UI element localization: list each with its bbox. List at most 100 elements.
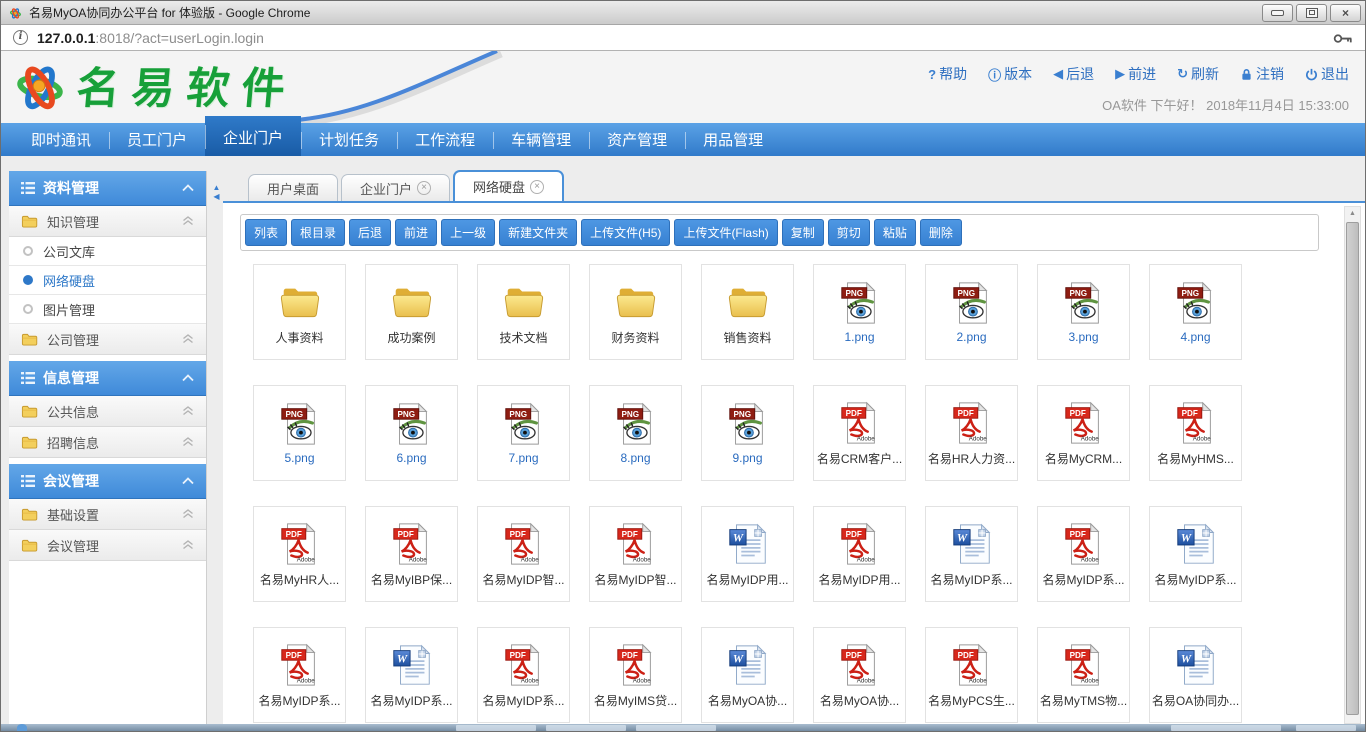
file-tile[interactable]: PDFAdobe 名易MyCRM... (1037, 385, 1130, 481)
file-tile[interactable]: 人事资料 (253, 264, 346, 360)
toolbar-button[interactable]: 剪切 (828, 219, 870, 246)
sidebar-folder-item[interactable]: 公共信息 (9, 396, 206, 427)
file-tile[interactable]: PDFAdobe 名易MyIDP系... (253, 627, 346, 723)
close-button[interactable]: × (1330, 4, 1361, 22)
sidebar-folder-item[interactable]: 招聘信息 (9, 427, 206, 458)
file-tile[interactable]: PDFAdobe 名易MyOA协... (813, 627, 906, 723)
toolbar-button[interactable]: 上传文件(Flash) (674, 219, 777, 246)
nav-item[interactable]: 资产管理 (589, 123, 685, 158)
file-tile[interactable]: PNG 7.png (477, 385, 570, 481)
file-tile[interactable]: PNG 3.png (1037, 264, 1130, 360)
sidebar-folder-item[interactable]: 会议管理 (9, 530, 206, 561)
sidebar-folder-item[interactable]: 基础设置 (9, 499, 206, 530)
sidebar-leaf-item[interactable]: 网络硬盘 (9, 266, 206, 295)
password-key-icon[interactable] (1333, 32, 1353, 44)
png-file-icon: PNG (389, 401, 435, 447)
file-tile[interactable]: PDFAdobe 名易MyIDP系... (1037, 506, 1130, 602)
file-tile[interactable]: PNG 2.png (925, 264, 1018, 360)
nav-item[interactable]: 工作流程 (397, 123, 493, 158)
svg-text:Adobe: Adobe (520, 677, 539, 684)
file-tile[interactable]: PDFAdobe 名易MyHMS... (1149, 385, 1242, 481)
file-tile[interactable]: PDFAdobe 名易MyIDP智... (589, 506, 682, 602)
lock-link[interactable]: 注销 (1240, 64, 1284, 84)
toolbar-button[interactable]: 粘贴 (874, 219, 916, 246)
file-tile[interactable]: W 名易MyIDP系... (1149, 506, 1242, 602)
nav-item[interactable]: 车辆管理 (493, 123, 589, 158)
toolbar-button[interactable]: 复制 (782, 219, 824, 246)
toolbar-button[interactable]: 后退 (349, 219, 391, 246)
nav-item[interactable]: 企业门户 (205, 116, 301, 158)
nav-item[interactable]: 计划任务 (301, 123, 397, 158)
tab[interactable]: 用户桌面 (248, 174, 338, 201)
file-tile[interactable]: PDFAdobe 名易MyIDP用... (813, 506, 906, 602)
nav-item[interactable]: 员工门户 (109, 123, 205, 158)
info-link[interactable]: ⓘ 版本 (988, 64, 1032, 84)
file-tile[interactable]: PDFAdobe 名易MyIMS贷... (589, 627, 682, 723)
file-tile[interactable]: 技术文档 (477, 264, 570, 360)
file-grid: 人事资料 成功案例 技术文档 财务资料 销售资料 PNG 1.png PNG 2… (253, 264, 1365, 723)
file-tile[interactable]: PNG 4.png (1149, 264, 1242, 360)
file-tile[interactable]: PNG 9.png (701, 385, 794, 481)
tab-close-icon[interactable]: × (530, 180, 544, 194)
maximize-button[interactable] (1296, 4, 1327, 22)
file-tile[interactable]: W 名易MyIDP系... (365, 627, 458, 723)
file-name: 名易CRM客户... (817, 450, 902, 467)
toolbar-button[interactable]: 新建文件夹 (499, 219, 577, 246)
toolbar-button[interactable]: 上传文件(H5) (581, 219, 670, 246)
sidebar-section-header[interactable]: 信息管理 (9, 361, 206, 396)
file-tile[interactable]: PDFAdobe 名易MyHR人... (253, 506, 346, 602)
file-tile[interactable]: PDFAdobe 名易MyTMS物... (1037, 627, 1130, 723)
file-tile[interactable]: W 名易MyOA协... (701, 627, 794, 723)
file-tile[interactable]: 财务资料 (589, 264, 682, 360)
file-tile[interactable]: PNG 6.png (365, 385, 458, 481)
nav-item[interactable]: 用品管理 (685, 123, 781, 158)
file-tile[interactable]: W 名易MyIDP系... (925, 506, 1018, 602)
file-tile[interactable]: 成功案例 (365, 264, 458, 360)
file-tile[interactable]: PNG 5.png (253, 385, 346, 481)
nav-item[interactable]: 即时通讯 (13, 123, 109, 158)
page-info-icon[interactable]: i (13, 30, 28, 45)
file-tile[interactable]: 销售资料 (701, 264, 794, 360)
file-tile[interactable]: PNG 1.png (813, 264, 906, 360)
sidebar-section-header[interactable]: 资料管理 (9, 171, 206, 206)
file-tile[interactable]: PDFAdobe 名易CRM客户... (813, 385, 906, 481)
toolbar-button[interactable]: 上一级 (441, 219, 495, 246)
url-text[interactable]: 127.0.0.1:8018/?act=userLogin.login (37, 30, 264, 46)
forward-link[interactable]: ▶ 前进 (1115, 64, 1156, 84)
tab-close-icon[interactable]: × (417, 181, 431, 195)
file-tile[interactable]: W 名易MyIDP用... (701, 506, 794, 602)
refresh-link[interactable]: ↻ 刷新 (1177, 64, 1219, 84)
help-link[interactable]: ? 帮助 (928, 64, 967, 84)
minimize-button[interactable] (1262, 4, 1293, 22)
pdf-file-icon: PDFAdobe (837, 400, 883, 446)
file-tile[interactable]: PDFAdobe 名易MyIBP保... (365, 506, 458, 602)
power-link[interactable]: 退出 (1305, 64, 1349, 84)
toolbar-button[interactable]: 列表 (245, 219, 287, 246)
minimize-icon (1271, 10, 1284, 16)
sidebar-collapse-arrows[interactable]: ▲ ◀ (210, 183, 223, 201)
toolbar-button[interactable]: 前进 (395, 219, 437, 246)
vertical-scrollbar[interactable]: ▲ (1344, 206, 1361, 724)
file-tile[interactable]: PDFAdobe 名易HR人力资... (925, 385, 1018, 481)
sidebar-leaf-item[interactable]: 图片管理 (9, 295, 206, 324)
tab[interactable]: 网络硬盘 × (453, 170, 564, 201)
back-link[interactable]: ◀ 后退 (1053, 64, 1094, 84)
toolbar-button[interactable]: 根目录 (291, 219, 345, 246)
file-tile[interactable]: PDFAdobe 名易MyIDP系... (477, 627, 570, 723)
sidebar-item-label: 招聘信息 (47, 433, 99, 452)
toolbar-button[interactable]: 删除 (920, 219, 962, 246)
sidebar-section-header[interactable]: 会议管理 (9, 464, 206, 499)
sidebar-leaf-item[interactable]: 公司文库 (9, 237, 206, 266)
file-tile[interactable]: PDFAdobe 名易MyPCS生... (925, 627, 1018, 723)
address-bar[interactable]: i 127.0.0.1:8018/?act=userLogin.login (1, 25, 1365, 51)
file-tile[interactable]: W 名易OA协同办... (1149, 627, 1242, 723)
scrollbar-thumb[interactable] (1346, 222, 1359, 715)
scroll-up-icon[interactable]: ▲ (1345, 207, 1360, 221)
file-name: 名易MyIDP系... (1042, 571, 1124, 588)
file-tile[interactable]: PDFAdobe 名易MyIDP智... (477, 506, 570, 602)
file-tile[interactable]: PNG 8.png (589, 385, 682, 481)
sidebar-folder-item[interactable]: 知识管理 (9, 206, 206, 237)
tab[interactable]: 企业门户 × (341, 174, 450, 201)
sidebar-folder-item[interactable]: 公司管理 (9, 324, 206, 355)
png-file-icon: PNG (1173, 280, 1219, 326)
